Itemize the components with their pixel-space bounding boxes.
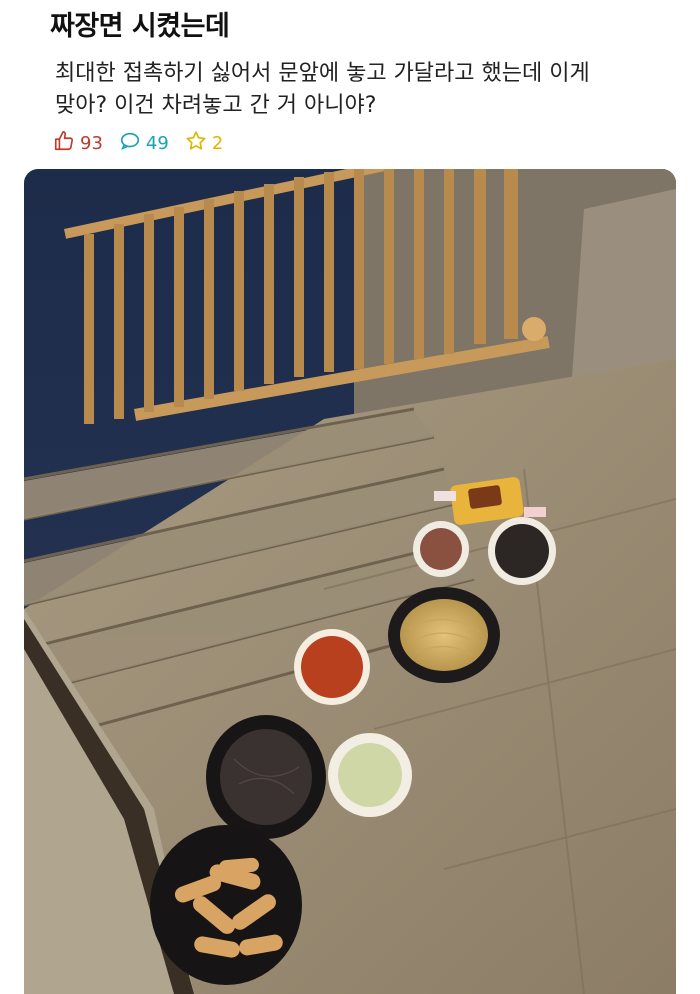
post-stats: 93 49 2: [53, 130, 223, 157]
comment-bubble-icon: [119, 130, 141, 157]
post-title: 짜장면 시켰는데: [50, 11, 230, 42]
scrap-button[interactable]: 2: [185, 130, 223, 157]
scrap-count: 2: [211, 133, 224, 154]
thumbs-up-icon: [53, 130, 75, 157]
post-body: 최대한 접촉하기 싫어서 문앞에 놓고 가달라고 했는데 이게 맞아? 이건 차…: [55, 58, 655, 122]
comment-count: 49: [145, 133, 169, 154]
staircase-food-photo: [24, 169, 676, 994]
post-body-line: 맞아? 이건 차려놓고 간 거 아니야?: [55, 93, 377, 118]
comment-button[interactable]: 49: [119, 130, 169, 157]
post-body-line: 최대한 접촉하기 싫어서 문앞에 놓고 가달라고 했는데 이게: [55, 61, 590, 86]
like-count: 93: [80, 133, 103, 154]
star-icon: [185, 130, 207, 157]
post-photo: [24, 169, 676, 994]
post: 짜장면 시켰는데 최대한 접촉하기 싫어서 문앞에 놓고 가달라고 했는데 이게…: [0, 0, 700, 994]
like-button[interactable]: 93: [53, 130, 103, 157]
